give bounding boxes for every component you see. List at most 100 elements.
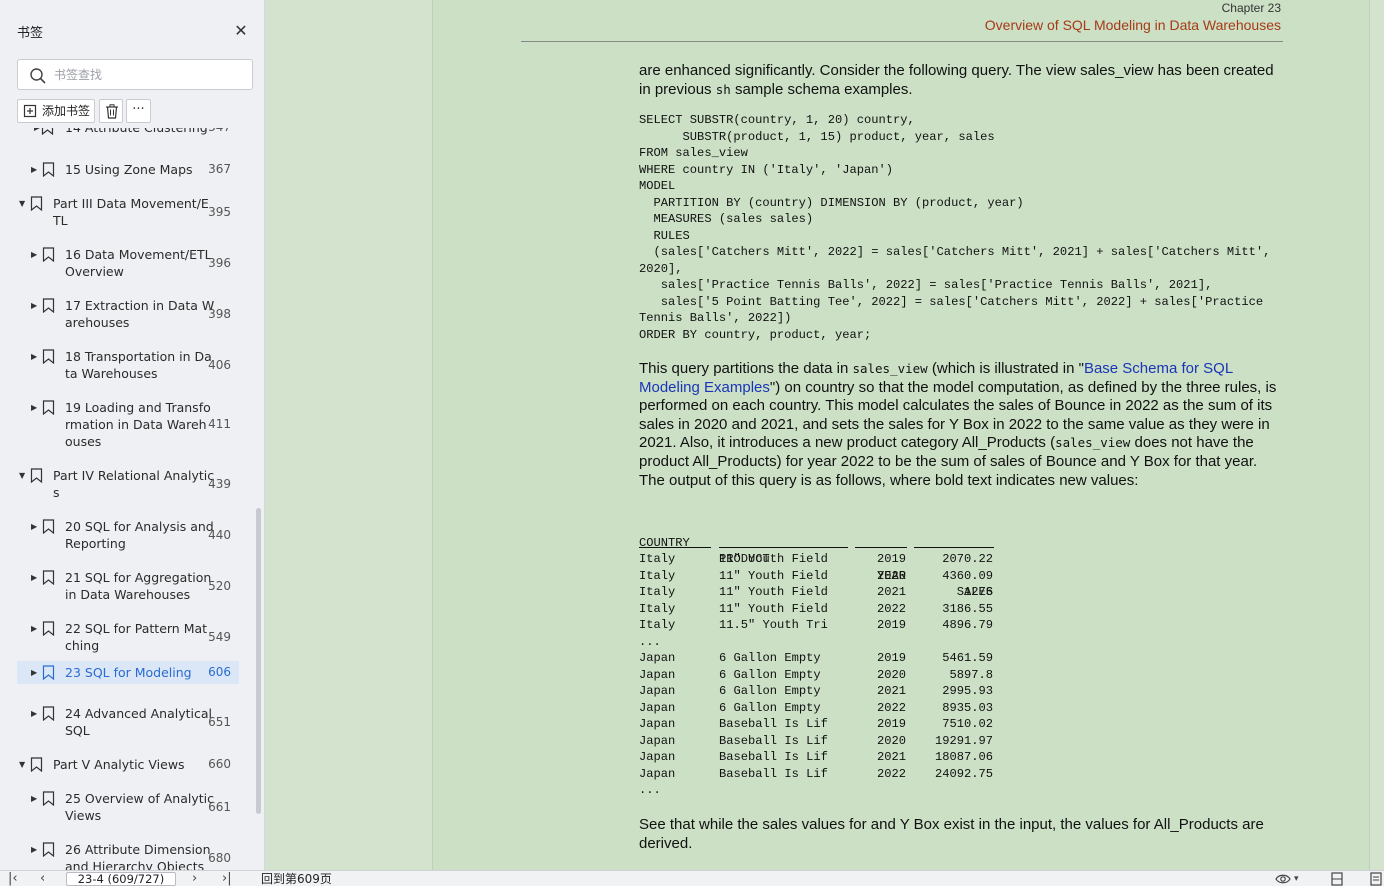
bookmark-item[interactable]: ▶ 18 Transportation in Da ta Warehouses 406 <box>17 345 239 385</box>
bookmark-item[interactable]: ▶ 17 Extraction in Data W arehouses 398 <box>17 294 239 334</box>
expand-arrow-icon[interactable]: ▶ <box>31 569 41 586</box>
chevron-down-icon[interactable]: ▾ <box>1294 871 1299 886</box>
bookmark-page-number: 680 <box>208 851 231 865</box>
bookmark-search-input[interactable] <box>54 65 244 85</box>
bookmark-label: Part IV Relational Analytic <box>53 468 215 483</box>
bookmark-item[interactable]: ▶ 16 Data Movement/ETL Overview 396 <box>17 243 239 283</box>
expand-arrow-icon[interactable]: ▶ <box>31 348 41 365</box>
first-page-icon[interactable]: |‹ <box>8 871 18 886</box>
bookmark-list-scrollbar[interactable] <box>256 508 261 814</box>
expand-arrow-icon[interactable]: ▼ <box>19 467 29 484</box>
bookmark-part-item[interactable]: ▼ Part IV Relational Analytic s 439 <box>17 464 239 504</box>
bookmark-item[interactable]: ▶ 25 Overview of Analytic Views 661 <box>17 787 239 827</box>
bookmark-part-item[interactable]: ▼ Part V Analytic Views 660 <box>17 753 239 776</box>
bookmark-page-number: 440 <box>208 528 231 542</box>
bookmark-item[interactable]: ▶ 24 Advanced Analytical SQL 651 <box>17 702 239 742</box>
bookmark-icon <box>42 298 55 317</box>
expand-arrow-icon[interactable]: ▼ <box>19 756 29 773</box>
table-cell: 18087.06 <box>934 750 993 764</box>
expand-arrow-icon[interactable]: ▶ <box>31 664 41 681</box>
bookmark-label: ching <box>65 638 100 653</box>
table-cell: 1276 <box>963 585 993 599</box>
table-cell: Italy <box>639 552 676 566</box>
table-cell: Italy <box>639 601 676 616</box>
bookmark-icon <box>42 665 55 684</box>
expand-arrow-icon[interactable]: ▶ <box>31 705 41 722</box>
expand-arrow-icon[interactable]: ▶ <box>31 790 41 807</box>
sql-code-block: SELECT SUBSTR(country, 1, 20) country, S… <box>639 113 1271 342</box>
table-cell: 2022 <box>876 700 906 715</box>
bookmark-icon <box>42 349 55 368</box>
expand-arrow-icon[interactable]: ▶ <box>31 518 41 535</box>
bookmark-label: 19 Loading and Transfo <box>65 400 211 415</box>
bookmark-label: TL <box>53 213 68 228</box>
table-cell: Baseball Is Lif <box>719 750 828 764</box>
table-cell: 6 Gallon Empty <box>719 700 821 715</box>
expand-arrow-icon[interactable]: ▶ <box>31 297 41 314</box>
trash-icon <box>106 104 118 119</box>
table-body: Italy 11" Youth Field 2019 2070.22 Italy 11" … <box>639 551 993 799</box>
previous-page-icon[interactable]: ‹ <box>40 871 45 886</box>
table-cell: 6 Gallon Empty <box>719 651 821 665</box>
return-to-page-link[interactable]: 回到第609页 <box>261 872 332 886</box>
table-cell: 11.5" Youth Tri <box>719 618 828 632</box>
table-row: Japan Baseball Is Lif 2020 19291.97 <box>639 733 993 750</box>
close-panel-icon[interactable]: ✕ <box>232 22 250 40</box>
single-page-view-icon[interactable] <box>1330 872 1344 886</box>
table-row: Japan 6 Gallon Empty 2022 8935.03 <box>639 700 993 717</box>
page-number-input[interactable]: 23-4 (609/727) <box>66 872 176 886</box>
eye-icon[interactable] <box>1275 872 1291 886</box>
expand-arrow-icon[interactable]: ▼ <box>19 195 29 212</box>
bookmark-label: 21 SQL for Aggregation <box>65 570 212 585</box>
table-cell: Baseball Is Lif <box>719 733 828 748</box>
table-row: Italy 11" Youth Field 2021 1276 <box>639 584 993 601</box>
last-page-icon[interactable]: ›| <box>222 871 232 886</box>
paragraph-explanation: This query partitions the data in sales_… <box>639 360 1285 490</box>
paragraph-conclusion: See that while the sales values for and … <box>639 816 1264 852</box>
bookmark-label: ouses <box>65 434 102 449</box>
expand-arrow-icon[interactable]: ▶ <box>31 841 41 858</box>
table-cell: 2020 <box>876 667 906 682</box>
table-cell: Japan <box>639 684 676 698</box>
bookmark-item[interactable]: ▶ 21 SQL for Aggregation in Data Warehouse… <box>17 566 239 606</box>
inline-code: sales_view <box>852 361 928 376</box>
bookmark-icon <box>42 400 55 419</box>
bookmark-item[interactable]: ▶ 20 SQL for Analysis and Reporting 440 <box>17 515 239 555</box>
bookmark-item[interactable]: ▶ 15 Using Zone Maps 367 <box>17 158 239 181</box>
table-header-row: COUNTRY PRODUCT YEAR SALES <box>639 518 993 600</box>
add-bookmark-button[interactable]: 添加书签 <box>17 99 95 123</box>
table-cell: 2020 <box>876 733 906 748</box>
table-cell: 4896.79 <box>942 618 993 632</box>
expand-arrow-icon[interactable]: ▶ <box>31 161 41 178</box>
expand-arrow-icon[interactable]: ▶ <box>31 246 41 263</box>
bookmark-page-number: 651 <box>208 715 231 729</box>
table-cell: 11" Youth Field <box>719 585 828 599</box>
bookmark-label: 24 Advanced Analytical <box>65 706 212 721</box>
bookmark-label: 17 Extraction in Data W <box>65 298 215 313</box>
bookmark-item[interactable]: ▶ 19 Loading and Transfo rmation in Data W… <box>17 396 239 453</box>
bookmark-page-number: 439 <box>208 477 231 491</box>
column-underline <box>855 546 907 548</box>
paragraph-text: sample schema examples. <box>730 80 913 98</box>
bookmark-search-box[interactable] <box>17 59 253 90</box>
bookmark-label: arehouses <box>65 315 130 330</box>
table-cell: Baseball Is Lif <box>719 717 828 731</box>
bookmark-item[interactable]: ▶ 22 SQL for Pattern Mat ching 549 <box>17 617 239 657</box>
bookmark-item[interactable]: ▶ 23 SQL for Modeling 606 <box>17 661 239 684</box>
continuous-view-icon[interactable] <box>1370 872 1382 886</box>
table-cell: Japan <box>639 750 676 764</box>
expand-arrow-icon[interactable]: ▶ <box>31 620 41 637</box>
bookmark-item[interactable]: ▶ 26 Attribute Dimension and Hierarchy Obj… <box>17 838 239 870</box>
delete-bookmark-button[interactable] <box>99 99 123 123</box>
expand-arrow-icon[interactable]: ▶ <box>31 399 41 416</box>
table-cell: Japan <box>639 717 676 731</box>
bookmark-label: 22 SQL for Pattern Mat <box>65 621 208 636</box>
next-page-icon[interactable]: › <box>192 871 197 886</box>
bookmark-icon <box>42 706 55 725</box>
bookmark-label: Reporting <box>65 536 126 551</box>
more-options-button[interactable]: ··· <box>126 99 151 123</box>
bookmark-icon <box>42 247 55 266</box>
table-cell: 2019 <box>876 651 906 665</box>
bookmark-label: Part III Data Movement/E <box>53 196 209 211</box>
bookmark-part-item[interactable]: ▼ Part III Data Movement/E TL 395 <box>17 192 239 232</box>
